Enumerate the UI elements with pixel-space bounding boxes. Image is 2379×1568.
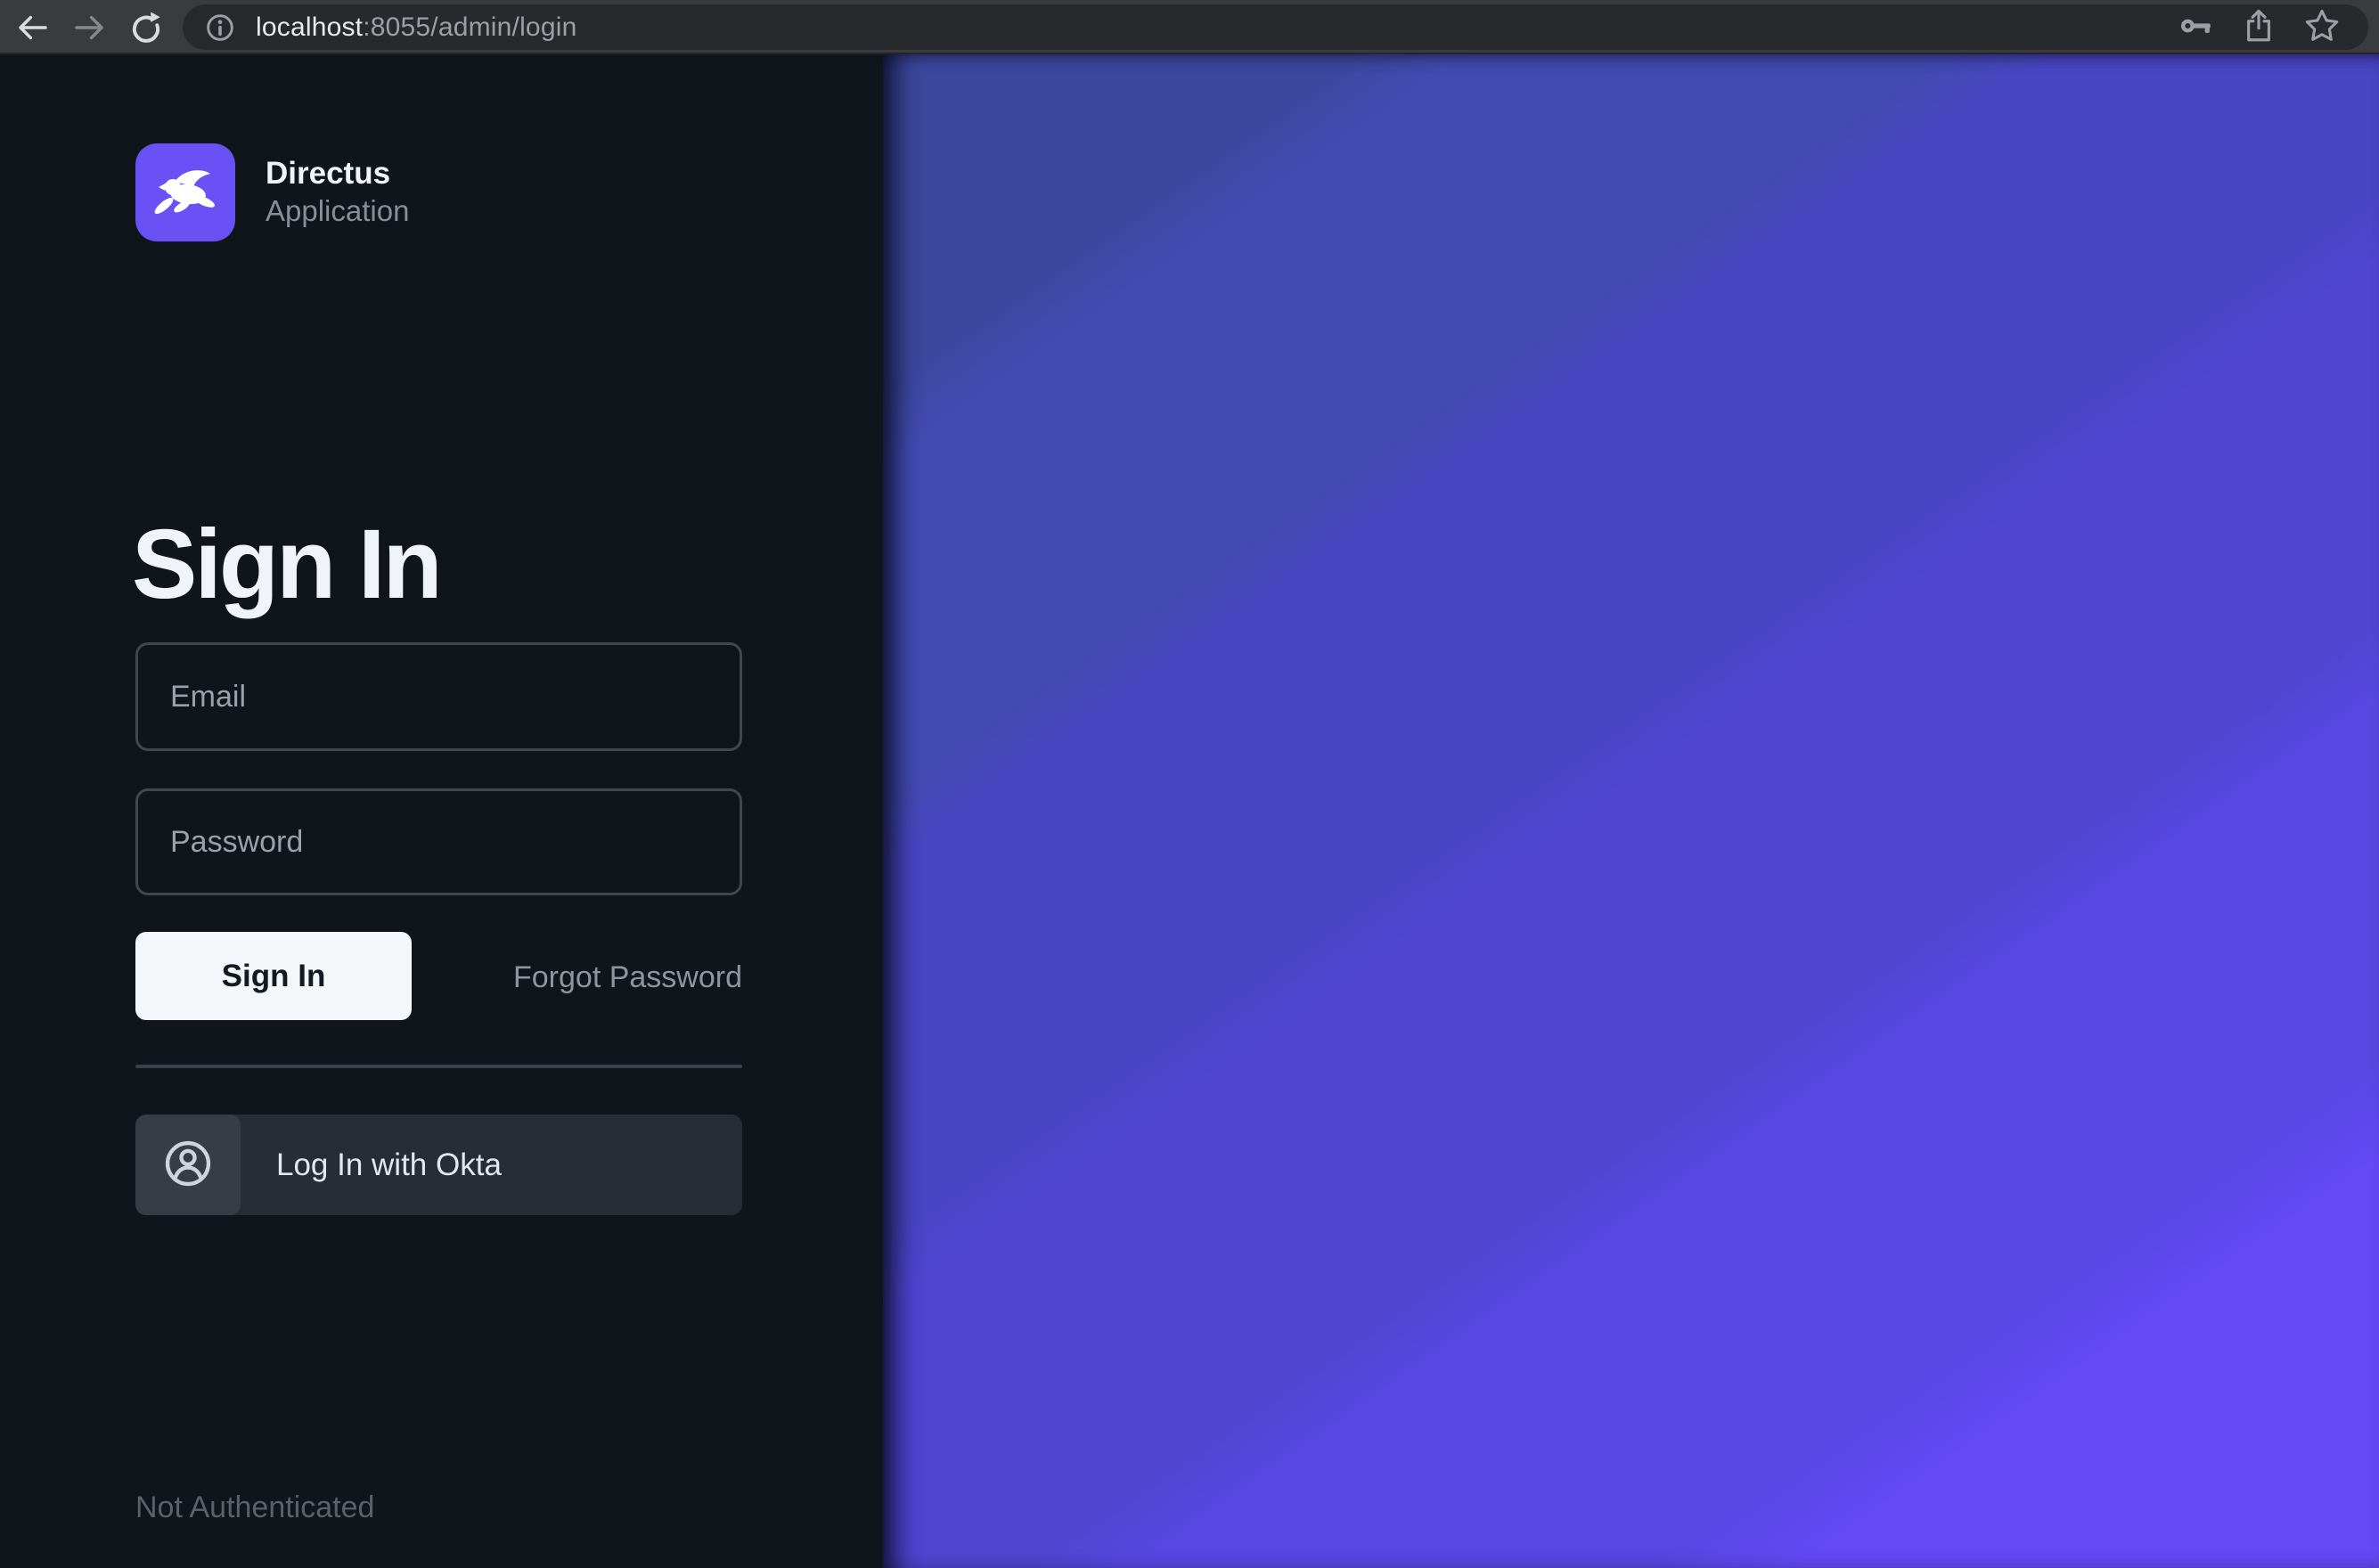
page-title: Sign In [132,510,440,618]
forgot-password-link[interactable]: Forgot Password [135,960,742,995]
brand: Directus Application [135,143,409,241]
forward-arrow-icon [70,9,108,46]
address-bar[interactable]: localhost:8055/admin/login [183,4,2368,50]
background-art [883,54,2379,1568]
email-field[interactable] [135,642,742,751]
directus-rabbit-icon [143,148,228,238]
okta-icon-tile [135,1115,241,1215]
share-button[interactable] [2240,7,2277,47]
bookmark-button[interactable] [2302,6,2342,48]
page-content: Directus Application Sign In Sign In For… [0,54,2379,1568]
back-button[interactable] [14,9,52,46]
auth-status-text: Not Authenticated [135,1490,374,1525]
password-key-icon [2178,7,2215,47]
page-info-icon[interactable] [202,10,238,45]
password-key-button[interactable] [2178,7,2215,47]
back-arrow-icon [14,9,52,46]
url-host: localhost [256,12,363,42]
okta-login-button[interactable]: Log In with Okta [135,1115,742,1215]
brand-name: Directus [266,155,409,192]
bookmark-star-icon [2302,6,2342,48]
divider [135,1065,742,1068]
reload-icon [127,9,165,46]
share-icon [2240,7,2277,47]
url-path: :8055/admin/login [363,12,576,42]
directus-logo [135,143,235,241]
forward-button[interactable] [70,9,108,46]
okta-button-label: Log In with Okta [276,1147,502,1183]
url-text: localhost:8055/admin/login [256,12,576,43]
reload-button[interactable] [127,9,165,46]
password-field[interactable] [135,788,742,895]
brand-subtitle: Application [266,192,409,229]
browser-toolbar: localhost:8055/admin/login [0,0,2379,54]
account-circle-icon [162,1138,214,1192]
login-panel: Directus Application Sign In Sign In For… [0,54,883,1568]
